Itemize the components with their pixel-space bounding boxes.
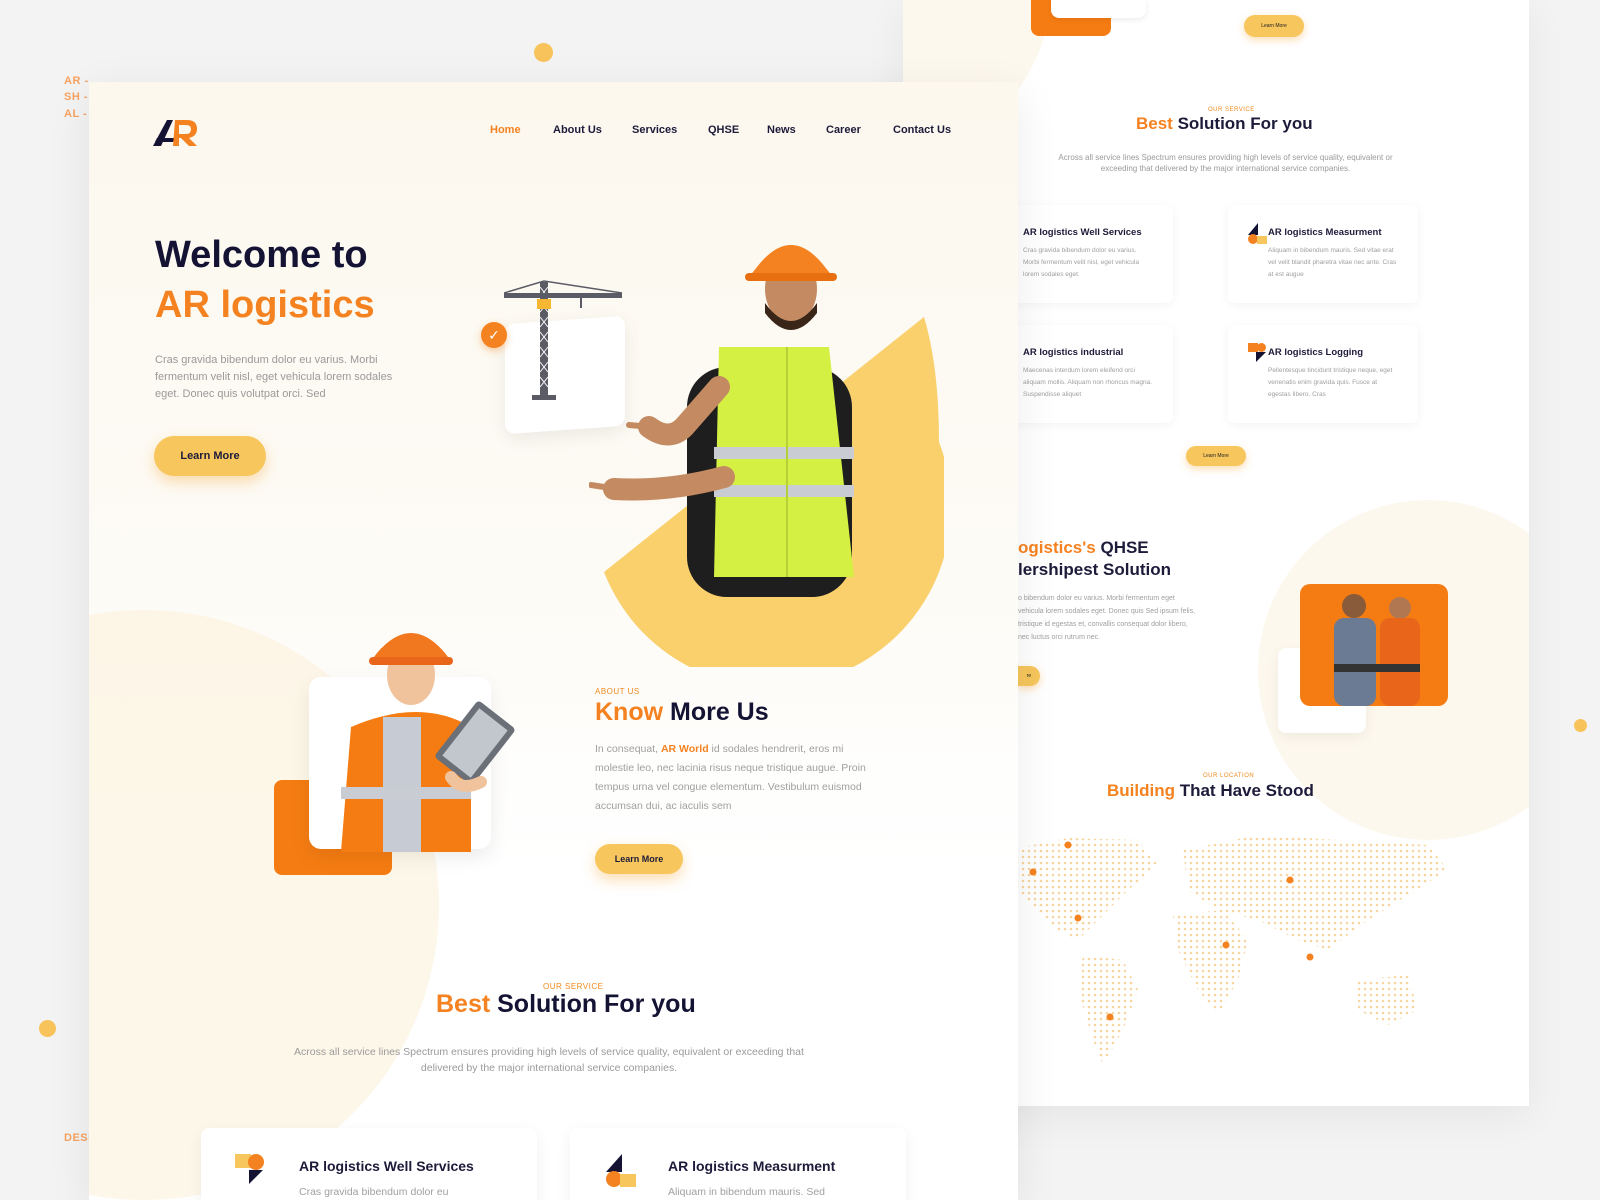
- services-title: Best Solution For you: [436, 990, 696, 1018]
- well-services-icon: [235, 1154, 271, 1190]
- about-title: Know More Us: [595, 698, 769, 726]
- about-eyebrow: ABOUT US: [595, 687, 640, 696]
- nav-services[interactable]: Services: [632, 124, 677, 136]
- hero-description: Cras gravida bibendum dolor eu varius. M…: [155, 354, 393, 400]
- check-icon: ✓: [481, 322, 507, 348]
- logging-icon: [1248, 343, 1270, 365]
- qhse-description: o bibendum dolor eu varius. Morbi fermen…: [1018, 595, 1196, 641]
- qhse-title: ogistics's QHSE: [1018, 538, 1149, 557]
- card-title: AR logistics Logging: [1268, 347, 1363, 358]
- side-label: AR -: [64, 75, 89, 87]
- service-card[interactable]: AR logistics Measurment Aliquam in biben…: [1228, 205, 1418, 303]
- about-learn-more-button[interactable]: Learn More: [595, 844, 683, 874]
- about-worker-image: [341, 633, 515, 852]
- location-title: Building That Have Stood: [1107, 781, 1314, 800]
- service-card[interactable]: AR logistics Well Services Cras gravida …: [201, 1128, 537, 1200]
- decor-dot: [39, 1020, 56, 1037]
- card-desc: Cras gravida bibendum dolor eu: [299, 1186, 449, 1198]
- image-fragment: [1051, 0, 1146, 18]
- decor-dot: [1574, 719, 1587, 732]
- nav-news[interactable]: News: [767, 124, 796, 136]
- learn-more-button[interactable]: Learn More: [1186, 446, 1246, 466]
- measurement-icon: [1248, 223, 1270, 245]
- services-description: Across all service lines Spectrum ensure…: [1058, 153, 1393, 173]
- service-card[interactable]: AR logistics Measurment Aliquam in biben…: [570, 1128, 906, 1200]
- section-eyebrow: OUR LOCATION: [1203, 773, 1255, 779]
- service-card[interactable]: AR logistics Logging Pellentesque tincid…: [1228, 325, 1418, 423]
- card-title: AR logistics Well Services: [299, 1158, 474, 1174]
- nav-career[interactable]: Career: [826, 124, 861, 136]
- learn-more-button-partial[interactable]: re: [1018, 666, 1040, 686]
- services-description: Across all service lines Spectrum ensure…: [294, 1046, 804, 1074]
- qhse-title-line2: lershipest Solution: [1018, 560, 1172, 579]
- card-title: AR logistics Measurment: [668, 1158, 836, 1174]
- card-desc: Cras gravida bibendum dolor eu varius. M…: [1023, 247, 1139, 278]
- about-description: In consequat, AR World id sodales hendre…: [595, 743, 866, 812]
- hero-learn-more-button[interactable]: Learn More: [154, 436, 266, 476]
- nav-contact-us[interactable]: Contact Us: [893, 124, 951, 136]
- section-eyebrow: OUR SERVICE: [1208, 107, 1255, 113]
- card-desc: Maecenas interdum lorem eleifend orci al…: [1023, 367, 1152, 398]
- side-label: SH -: [64, 91, 88, 103]
- learn-more-button[interactable]: Learn More: [1244, 15, 1304, 37]
- nav-qhse[interactable]: QHSE: [708, 124, 739, 136]
- card-desc: Aliquam in bibendum mauris. Sed vitae er…: [1268, 247, 1397, 278]
- hero-worker-image: [589, 245, 944, 667]
- ar-logo[interactable]: AR: [153, 116, 199, 150]
- card-title: AR logistics Measurment: [1268, 227, 1382, 238]
- decor-dot: [534, 43, 553, 62]
- services-title: Best Solution For you: [1136, 114, 1313, 133]
- nav-about-us[interactable]: About Us: [553, 124, 602, 136]
- card-desc: Aliquam in bibendum mauris. Sed: [668, 1186, 825, 1198]
- measurement-icon: [604, 1154, 640, 1190]
- card-desc: Pellentesque tincidunt tristique neque, …: [1268, 367, 1393, 398]
- card-title: AR logistics industrial: [1023, 347, 1124, 358]
- front-page: AR Home About Us Services QHSE News Care…: [89, 82, 1018, 1200]
- nav-home[interactable]: Home: [490, 124, 521, 136]
- world-map: [1008, 835, 1448, 1065]
- card-title: AR logistics Well Services: [1023, 227, 1142, 238]
- workers-image: [1300, 584, 1448, 706]
- side-label: AL -: [64, 108, 88, 120]
- hero-title: Welcome to: [155, 234, 368, 276]
- hero-title-accent: AR logistics: [155, 284, 375, 326]
